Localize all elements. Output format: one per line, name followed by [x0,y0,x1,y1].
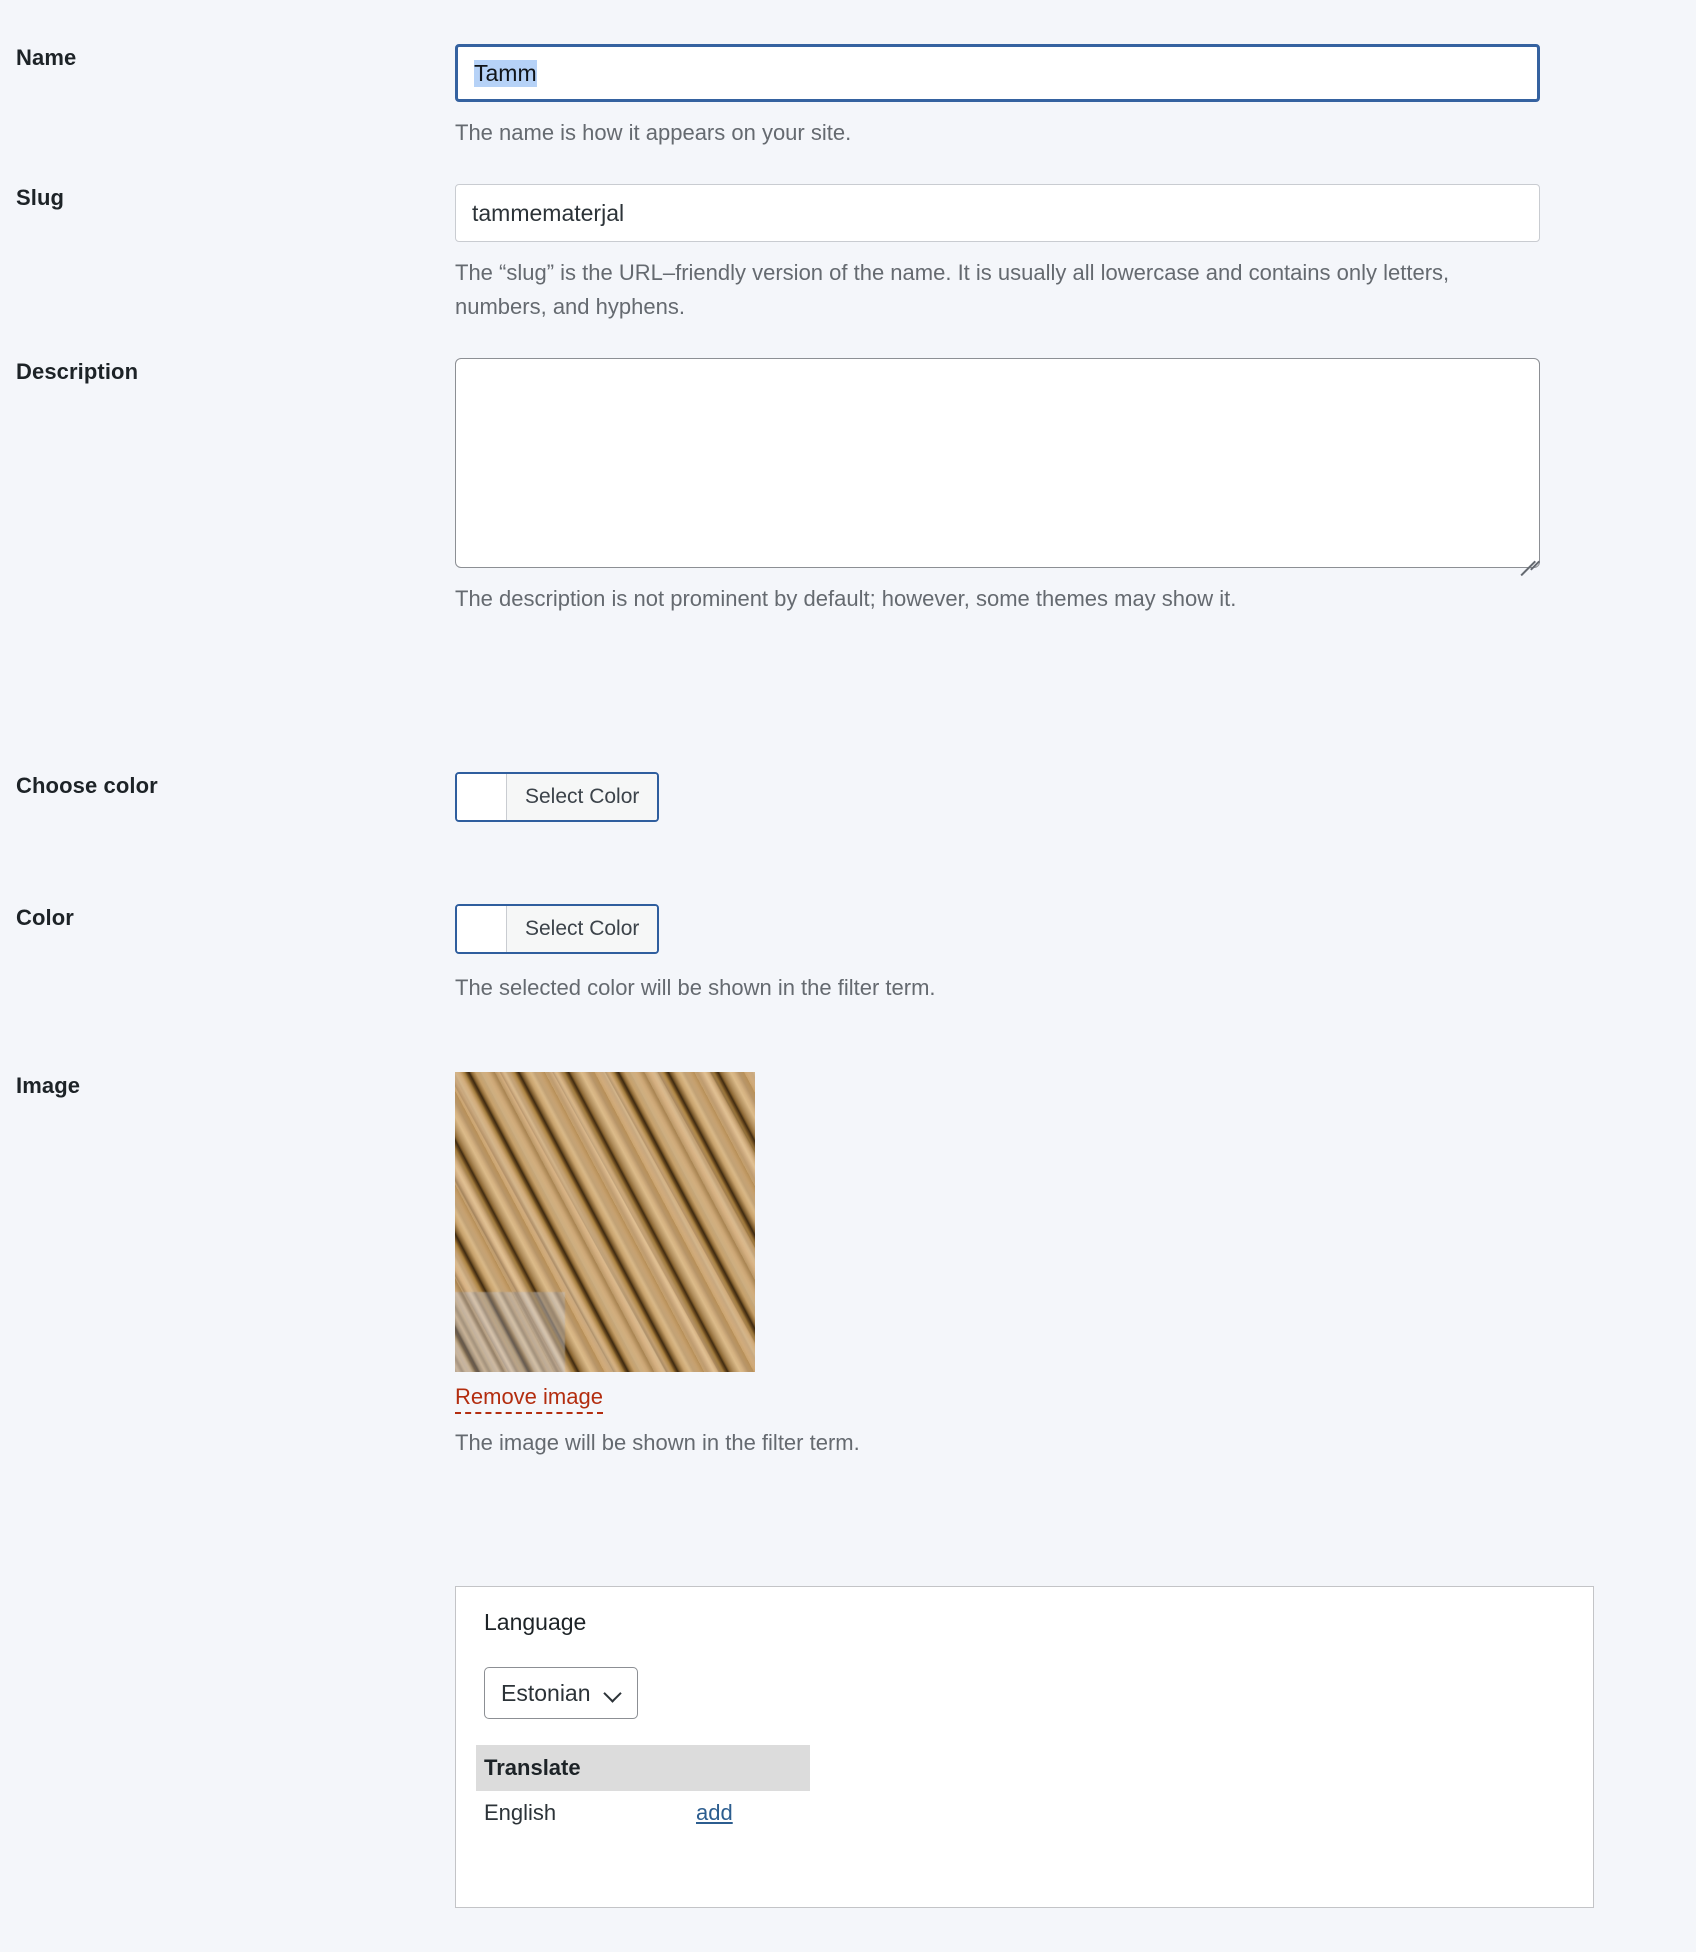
language-panel: Language Estonian Translate English add [455,1586,1594,1908]
language-select-value: Estonian [501,1679,591,1706]
field-body-name: Tamm The name is how it appears on your … [455,44,1540,150]
translate-column-header: Translate [476,1745,810,1791]
language-panel-title: Language [484,1609,587,1635]
chevron-down-icon [605,1685,621,1701]
help-color: The selected color will be shown in the … [455,975,936,1000]
label-image: Image [16,1073,81,1098]
name-input[interactable]: Tamm [455,44,1540,102]
help-description: The description is not prominent by defa… [455,586,1237,611]
field-body-color: Select Color The selected color will be … [455,904,1540,1005]
choose-color-button-label: Select Color [507,774,658,820]
help-name: The name is how it appears on your site. [455,120,852,145]
help-slug: The “slug” is the URL–friendly version o… [455,260,1450,320]
term-edit-form: Name Tamm The name is how it appears on … [0,0,1696,1952]
description-textarea[interactable] [455,358,1540,577]
color-button-label: Select Color [507,906,658,952]
translate-row-add-link[interactable]: add [696,1800,733,1826]
label-slug: Slug [16,185,65,210]
color-button[interactable]: Select Color [455,904,660,954]
label-color: Color [16,905,74,930]
slug-input[interactable]: tammematerjal [455,184,1540,242]
color-swatch-icon [457,906,507,952]
label-description: Description [16,359,139,384]
table-row: English add [484,1800,814,1826]
label-choose-color: Choose color [16,773,158,798]
color-swatch-icon [457,774,507,820]
choose-color-button[interactable]: Select Color [455,772,660,822]
language-select[interactable]: Estonian [484,1667,638,1719]
image-thumbnail[interactable] [455,1072,755,1372]
name-input-value: Tamm [474,59,537,87]
help-image: The image will be shown in the filter te… [455,1430,860,1455]
translate-row-language: English [484,1800,557,1825]
field-body-choose-color: Select Color [455,772,1540,825]
field-body-description: The description is not prominent by defa… [455,358,1540,616]
label-name: Name [16,45,77,70]
resize-grip-icon[interactable] [1518,546,1540,577]
field-body-image: Remove image The image will be shown in … [455,1072,1540,1460]
slug-input-value: tammematerjal [472,199,625,226]
field-body-slug: tammematerjal The “slug” is the URL–frie… [455,184,1540,324]
remove-image-link[interactable]: Remove image [455,1384,603,1414]
